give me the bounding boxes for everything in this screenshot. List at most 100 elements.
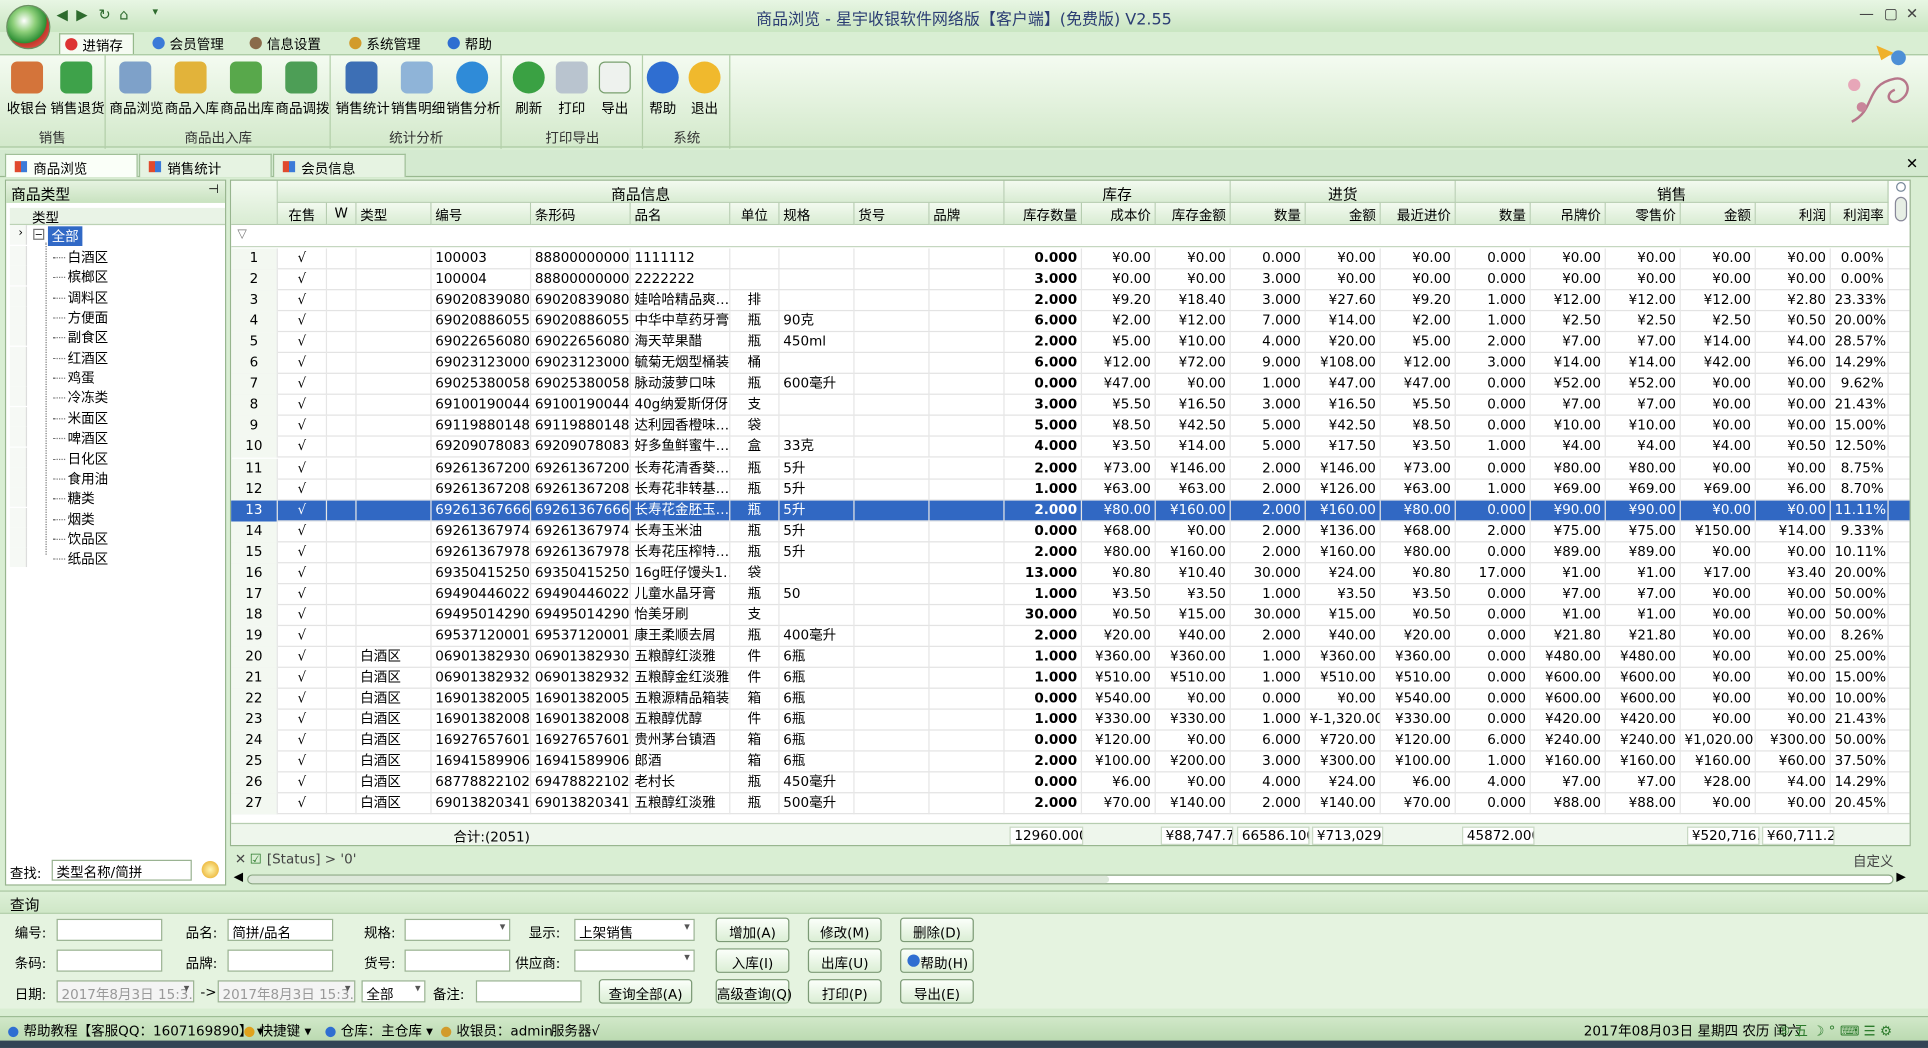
table-row[interactable]: 15√69261367978026926136797802长寿花压榨特…瓶5升2… — [231, 542, 1910, 563]
category-item[interactable]: 糖类 — [68, 489, 95, 509]
category-column-header[interactable]: 类型 — [9, 207, 226, 226]
table-row[interactable]: 5√69022656080116902265608011海天苹果醋瓶450ml2… — [231, 332, 1910, 354]
column-header-stock-qty[interactable]: 库存数量 — [1004, 202, 1083, 226]
table-row[interactable]: 27√白酒区69013820341306901382034130五粮醇红淡雅瓶5… — [231, 793, 1910, 815]
tab-system[interactable]: 系统管理 — [344, 33, 430, 54]
clear-filter-icon[interactable]: ✕ — [235, 851, 246, 867]
category-root[interactable]: 全部 — [47, 226, 83, 246]
table-row[interactable]: 6√69023123000426902312300042毓菊无烟型桶装桶6.00… — [231, 353, 1910, 375]
category-item[interactable]: 食用油 — [68, 468, 109, 488]
add-button[interactable]: 增加(A) — [715, 917, 790, 943]
remark-input[interactable] — [475, 980, 582, 1003]
scroll-left-icon[interactable]: ◀ — [234, 871, 243, 885]
table-row[interactable]: 2√100004888000000003122222223.000¥0.00¥0… — [231, 269, 1910, 291]
close-document-icon[interactable]: ✕ — [1906, 155, 1918, 172]
stock-out-query-button[interactable]: 出库(U) — [807, 948, 882, 973]
column-header-on-sale[interactable]: 在售 — [277, 202, 328, 226]
table-row[interactable]: 22√白酒区16901382005…16901382005…五粮源精品箱装箱6瓶… — [231, 688, 1910, 710]
table-row[interactable]: 16√6935041525066693504152506616g旺仔馒头1…袋1… — [231, 563, 1910, 584]
hscroll-track[interactable] — [247, 874, 1894, 885]
column-header-unit[interactable]: 单位 — [730, 202, 780, 226]
sales-stats-button[interactable]: 销售统计 — [336, 58, 390, 127]
table-row[interactable]: 3√69020839080036902083908003娃哈哈精品爽…排2.00… — [231, 290, 1910, 312]
sales-detail-button[interactable]: 销售明细 — [391, 58, 445, 127]
category-item[interactable]: 饮品区 — [68, 529, 109, 549]
date-range-select[interactable]: 全部 — [361, 980, 426, 1003]
app-orb-icon[interactable] — [6, 4, 51, 50]
table-row[interactable]: 17√69490446022666949044602266儿童水晶牙膏瓶501.… — [231, 584, 1910, 605]
category-item[interactable]: 红酒区 — [68, 348, 109, 368]
category-item[interactable]: 米面区 — [68, 408, 109, 428]
warehouse-menu[interactable]: ● 仓库：主仓库 ▾ — [325, 1021, 433, 1041]
table-row[interactable]: 23√白酒区16901382008…16901382008…五粮醇优醇件6瓶1.… — [231, 709, 1910, 731]
column-header-spec[interactable]: 规格 — [779, 202, 855, 226]
table-row[interactable]: 8√6910019004422691001900442240g纳爱斯伢伢…支3.… — [231, 395, 1910, 417]
barcode-input[interactable] — [56, 949, 163, 972]
table-row[interactable]: 4√69020886055016902088605501中华中草药牙膏瓶90克6… — [231, 311, 1910, 333]
scroll-up-icon[interactable] — [1896, 182, 1906, 192]
table-row[interactable]: 26√ 白酒区68778822102096947882210209老村长瓶450毫… — [231, 772, 1910, 794]
category-item[interactable]: 鸡蛋 — [68, 368, 95, 388]
grid-vertical-scrollbar[interactable] — [1894, 182, 1909, 822]
doc-tab-member-info[interactable]: 会员信息 — [272, 153, 406, 178]
column-header-barcode[interactable]: 条形码 — [531, 202, 631, 226]
table-row[interactable]: 18√69495014290926949501429092怡美牙刷支30.000… — [231, 604, 1910, 626]
query-all-button[interactable]: 查询全部(A) — [598, 979, 693, 1004]
table-row[interactable]: 14√69261367974756926136797475长寿玉米油瓶5升0.0… — [231, 521, 1910, 542]
stock-in-button[interactable]: 商品入库 — [165, 58, 219, 127]
product-browse-button[interactable]: 商品浏览 — [109, 58, 164, 127]
tab-members[interactable]: 会员管理 — [148, 33, 234, 54]
export-query-button[interactable]: 导出(E) — [900, 979, 974, 1004]
stock-out-button[interactable]: 商品出库 — [220, 58, 274, 127]
column-header-brand[interactable]: 品牌 — [929, 202, 1005, 226]
item-no-input[interactable] — [404, 949, 511, 972]
column-header-product-name[interactable]: 品名 — [630, 202, 731, 226]
help-tutorial-link[interactable]: ● 帮助教程【客服QQ：1607169890】 ▾ — [7, 1021, 263, 1041]
column-header-profit-rate[interactable]: 利润率 — [1830, 202, 1889, 226]
cashier-button[interactable]: 收银台 — [1, 58, 53, 127]
code-input[interactable] — [56, 918, 163, 941]
sales-return-button[interactable]: 销售退货 — [50, 58, 105, 127]
tab-info-settings[interactable]: 信息设置 — [245, 33, 331, 54]
column-header-stock-amount[interactable]: 库存金额 — [1155, 202, 1231, 226]
category-item[interactable]: 纸品区 — [68, 549, 109, 569]
sales-analysis-button[interactable]: 销售分析 — [446, 58, 500, 127]
category-item[interactable]: 啤酒区 — [68, 428, 109, 448]
column-header-item-no[interactable]: 货号 — [854, 202, 930, 226]
brand-input[interactable] — [227, 949, 334, 972]
shortcut-menu[interactable]: ● 快捷键 ▾ — [243, 1021, 311, 1041]
search-icon[interactable] — [201, 861, 219, 879]
filter-expression[interactable]: [Status] > '0' — [267, 851, 357, 867]
column-header-code[interactable]: 编号 — [431, 202, 532, 226]
doc-tab-sales-stats[interactable]: 销售统计 — [138, 153, 272, 178]
table-row[interactable]: 13√69261367666626926136766662长寿花金胚玉…瓶5升2… — [231, 500, 1910, 522]
table-row[interactable]: 25√白酒区16941589906…16941589906…郎酒箱6瓶2.000… — [231, 751, 1910, 773]
hscroll-thumb[interactable] — [248, 875, 1110, 884]
name-input[interactable]: 简拼/品名 — [227, 918, 334, 941]
expand-arrow-icon[interactable]: › — [18, 228, 22, 240]
transfer-button[interactable]: 商品调拨 — [275, 58, 330, 127]
category-item[interactable]: 冷冻类 — [68, 388, 109, 408]
table-row[interactable]: 19√69537120001316953712000131康王柔顺去屑瓶400毫… — [231, 625, 1910, 647]
date-from-picker[interactable]: 2017年8月3日 15:3… — [56, 980, 195, 1003]
column-header-in-qty[interactable]: 数量 — [1230, 202, 1306, 226]
maximize-icon[interactable]: ▢ — [1884, 5, 1898, 22]
table-row[interactable]: 9√69119880148876911988014887达利园香橙味…袋5.00… — [231, 416, 1910, 438]
column-header-in-amount[interactable]: 金额 — [1305, 202, 1381, 226]
tab-inventory[interactable]: 进销存 — [59, 33, 135, 55]
category-item[interactable]: 白酒区 — [68, 247, 109, 267]
category-item[interactable]: 调料区 — [68, 287, 109, 307]
category-item[interactable]: 方便面 — [68, 308, 109, 328]
column-header-sale-amount[interactable]: 金额 — [1680, 202, 1756, 226]
column-header-last-in-price[interactable]: 最近进价 — [1380, 202, 1456, 226]
column-header-w[interactable]: W — [327, 202, 357, 226]
category-item[interactable]: 日化区 — [68, 448, 109, 468]
category-item[interactable]: 烟类 — [68, 509, 95, 529]
tab-help[interactable]: 帮助 — [443, 33, 502, 54]
custom-filter-link[interactable]: 自定义 — [1853, 851, 1894, 871]
print-query-button[interactable]: 打印(P) — [807, 979, 882, 1004]
scroll-thumb[interactable] — [1894, 196, 1908, 222]
date-to-picker[interactable]: 2017年8月3日 15:3… — [217, 980, 356, 1003]
advanced-query-button[interactable]: 高级查询(Q) — [715, 979, 792, 1004]
column-header-tag-price[interactable]: 吊牌价 — [1530, 202, 1606, 226]
